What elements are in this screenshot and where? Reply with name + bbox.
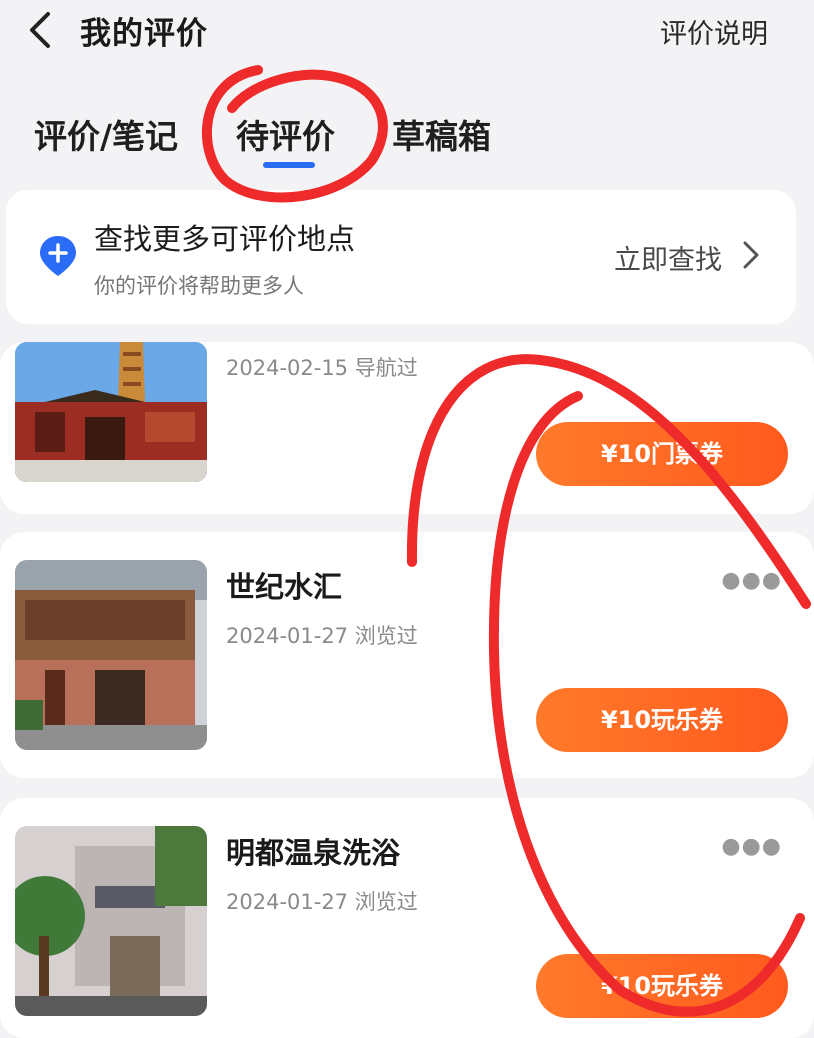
- review-help-link[interactable]: 评价说明: [660, 12, 768, 51]
- find-places-banner[interactable]: 查找更多可评价地点 你的评价将帮助更多人 立即查找: [6, 190, 796, 324]
- visit-info: 2024-02-15 导航过: [226, 356, 418, 380]
- pagoda-photo: [15, 342, 207, 482]
- find-now-button[interactable]: 立即查找: [614, 238, 722, 277]
- coupon-button[interactable]: ¥10玩乐券: [536, 954, 788, 1018]
- building-photo: [15, 560, 207, 750]
- pending-review-card[interactable]: 世纪水汇 2024-01-27 浏览过 ●●● ¥10玩乐券: [0, 532, 814, 778]
- banner-subtitle: 你的评价将帮助更多人: [94, 274, 304, 298]
- pending-review-card[interactable]: 明都温泉洗浴 2024-01-27 浏览过 ●●● ¥10玩乐券: [0, 798, 814, 1038]
- location-plus-icon: [40, 236, 76, 276]
- banner-title: 查找更多可评价地点: [94, 222, 356, 256]
- chevron-right-icon: [743, 241, 759, 269]
- place-name: 世纪水汇: [226, 570, 343, 604]
- more-options-icon[interactable]: ●●●: [721, 568, 782, 593]
- more-options-icon[interactable]: ●●●: [721, 834, 782, 859]
- header: 我的评价 评价说明: [0, 0, 814, 64]
- active-tab-indicator: [263, 162, 315, 168]
- pending-review-card[interactable]: 2024-02-15 导航过 ¥10门票券: [0, 342, 814, 514]
- tab-pending-review[interactable]: 待评价: [236, 110, 335, 158]
- page-title: 我的评价: [80, 16, 208, 52]
- chevron-left-icon[interactable]: [22, 10, 58, 50]
- tab-drafts[interactable]: 草稿箱: [392, 110, 491, 158]
- coupon-button[interactable]: ¥10玩乐券: [536, 688, 788, 752]
- tab-bar: 评价/笔记 待评价 草稿箱: [0, 100, 814, 180]
- place-name: 明都温泉洗浴: [226, 836, 401, 870]
- spa-building-photo: [15, 826, 207, 1016]
- coupon-button[interactable]: ¥10门票券: [536, 422, 788, 486]
- tab-reviews-notes[interactable]: 评价/笔记: [34, 110, 178, 158]
- visit-info: 2024-01-27 浏览过: [226, 624, 418, 648]
- visit-info: 2024-01-27 浏览过: [226, 890, 418, 914]
